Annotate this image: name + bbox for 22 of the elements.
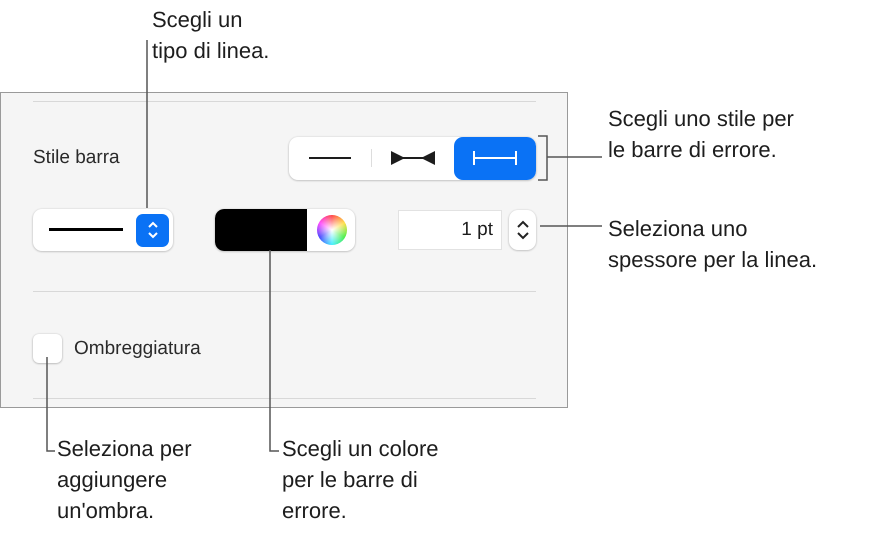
chevron-up-down-icon xyxy=(146,219,158,241)
stepper[interactable] xyxy=(509,210,536,250)
callout-text: Seleziona per aggiungere un'ombra. xyxy=(57,435,192,525)
shadow-label: Ombreggiatura xyxy=(74,338,201,360)
leader-line xyxy=(538,135,602,181)
leader-line xyxy=(540,225,602,227)
capped-line-icon xyxy=(473,151,517,165)
line-icon xyxy=(309,156,351,160)
line-type-popup[interactable] xyxy=(33,209,173,251)
chevron-up-icon xyxy=(516,220,528,228)
chevron-down-icon xyxy=(516,232,528,240)
inward-arrows-icon xyxy=(391,151,435,165)
callout-text: Scegli un tipo di linea. xyxy=(152,6,270,65)
bar-style-label: Stile barra xyxy=(33,147,120,169)
line-width-field[interactable]: 1 pt xyxy=(399,211,501,249)
line-icon xyxy=(49,228,123,232)
color-wheel-icon xyxy=(317,215,347,245)
callout-text: Seleziona uno spessore per la linea. xyxy=(608,215,818,274)
callout-text: Scegli un colore per le barre di errore. xyxy=(282,435,439,525)
shadow-checkbox[interactable] xyxy=(33,334,62,363)
color-well[interactable] xyxy=(215,209,355,251)
callout-text: Scegli uno stile per le barre di errore. xyxy=(608,105,794,164)
